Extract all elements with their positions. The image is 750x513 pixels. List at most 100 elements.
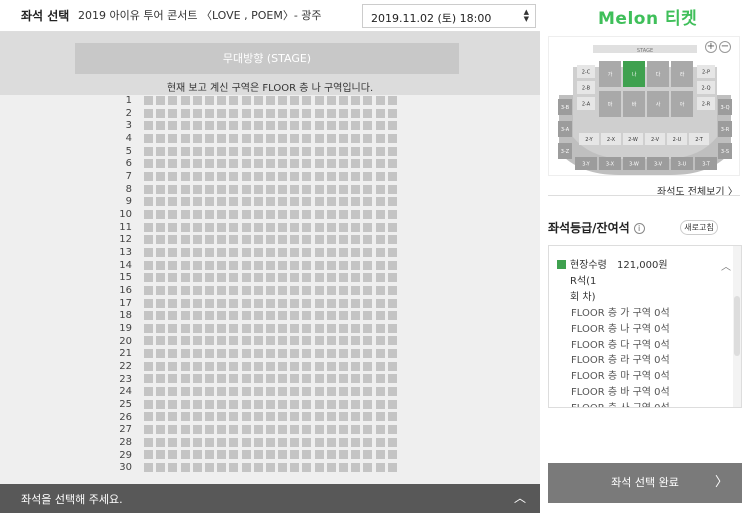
seat[interactable]: [314, 298, 324, 308]
seat[interactable]: [253, 399, 263, 409]
seat[interactable]: [339, 235, 348, 245]
seat[interactable]: [192, 171, 202, 181]
seat[interactable]: [265, 361, 275, 371]
seat[interactable]: [351, 171, 361, 181]
seat[interactable]: [144, 323, 153, 333]
seat[interactable]: [375, 121, 385, 131]
seat[interactable]: [168, 298, 178, 308]
scrollbar[interactable]: [733, 246, 741, 407]
seat[interactable]: [192, 96, 202, 105]
seat[interactable]: [217, 222, 227, 232]
seat[interactable]: [192, 222, 202, 232]
seat[interactable]: [314, 222, 324, 232]
seat[interactable]: [241, 273, 251, 283]
seat[interactable]: [217, 96, 227, 105]
seat[interactable]: [339, 285, 348, 295]
seat[interactable]: [290, 133, 300, 143]
seat[interactable]: [290, 425, 300, 435]
seat[interactable]: [180, 273, 190, 283]
seat[interactable]: [278, 222, 288, 232]
seat[interactable]: [241, 311, 251, 321]
seat[interactable]: [302, 374, 312, 384]
seat[interactable]: [326, 450, 336, 460]
seat[interactable]: [351, 273, 361, 283]
seat[interactable]: [290, 437, 300, 447]
seat[interactable]: [192, 437, 202, 447]
seat[interactable]: [314, 399, 324, 409]
seat[interactable]: [265, 260, 275, 270]
seat[interactable]: [314, 437, 324, 447]
seat[interactable]: [290, 374, 300, 384]
seat[interactable]: [144, 336, 153, 346]
seat[interactable]: [278, 184, 288, 194]
seat[interactable]: [241, 209, 251, 219]
seat[interactable]: [339, 349, 348, 359]
seat[interactable]: [278, 209, 288, 219]
seat[interactable]: [180, 146, 190, 156]
seat[interactable]: [265, 323, 275, 333]
seat[interactable]: [351, 146, 361, 156]
seat[interactable]: [339, 108, 348, 118]
seat[interactable]: [265, 96, 275, 105]
seat[interactable]: [351, 222, 361, 232]
seat[interactable]: [387, 108, 397, 118]
seat[interactable]: [302, 311, 312, 321]
seat[interactable]: [278, 412, 288, 422]
seat[interactable]: [326, 146, 336, 156]
seat[interactable]: [144, 247, 153, 257]
seat[interactable]: [168, 463, 178, 473]
seat[interactable]: [326, 425, 336, 435]
seat[interactable]: [229, 159, 239, 169]
seat[interactable]: [241, 247, 251, 257]
seat[interactable]: [339, 273, 348, 283]
seat[interactable]: [204, 273, 214, 283]
seat[interactable]: [253, 184, 263, 194]
seat[interactable]: [302, 184, 312, 194]
seat[interactable]: [217, 311, 227, 321]
seat[interactable]: [144, 260, 153, 270]
seat[interactable]: [253, 374, 263, 384]
seat[interactable]: [278, 108, 288, 118]
seat[interactable]: [290, 399, 300, 409]
seat[interactable]: [375, 133, 385, 143]
seat[interactable]: [302, 146, 312, 156]
seat[interactable]: [302, 247, 312, 257]
seat[interactable]: [217, 412, 227, 422]
seat[interactable]: [363, 298, 373, 308]
seat[interactable]: [363, 209, 373, 219]
seat[interactable]: [204, 323, 214, 333]
seat[interactable]: [192, 361, 202, 371]
seat[interactable]: [156, 260, 166, 270]
seat[interactable]: [241, 108, 251, 118]
seat[interactable]: [168, 336, 178, 346]
seat[interactable]: [180, 121, 190, 131]
seat[interactable]: [229, 349, 239, 359]
seat[interactable]: [144, 273, 153, 283]
seat[interactable]: [314, 361, 324, 371]
seat[interactable]: [241, 374, 251, 384]
seat[interactable]: [351, 247, 361, 257]
seat[interactable]: [144, 197, 153, 207]
seat[interactable]: [180, 412, 190, 422]
seat[interactable]: [192, 412, 202, 422]
seat[interactable]: [387, 159, 397, 169]
seat[interactable]: [314, 349, 324, 359]
seat[interactable]: [314, 387, 324, 397]
seat[interactable]: [156, 387, 166, 397]
seat[interactable]: [217, 121, 227, 131]
seat[interactable]: [278, 260, 288, 270]
seat[interactable]: [326, 171, 336, 181]
seat[interactable]: [387, 349, 397, 359]
seat[interactable]: [375, 412, 385, 422]
seat[interactable]: [253, 159, 263, 169]
seat[interactable]: [168, 450, 178, 460]
seat[interactable]: [265, 374, 275, 384]
seat[interactable]: [241, 323, 251, 333]
seat[interactable]: [363, 133, 373, 143]
seat[interactable]: [156, 336, 166, 346]
seat[interactable]: [326, 235, 336, 245]
seat[interactable]: [204, 450, 214, 460]
seat[interactable]: [253, 349, 263, 359]
seat[interactable]: [241, 222, 251, 232]
seat[interactable]: [278, 285, 288, 295]
